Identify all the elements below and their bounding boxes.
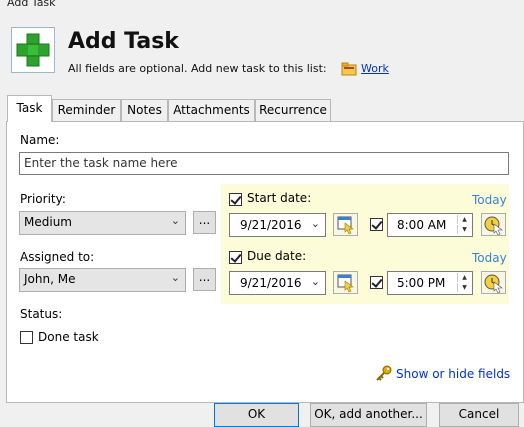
spin-down-icon[interactable]: ▼ [457, 225, 471, 234]
start-date-value: 9/21/2016 [240, 218, 302, 232]
tab-task[interactable]: Task [7, 95, 52, 122]
window-titlebar: Add Task [0, 0, 524, 14]
due-time-checkbox[interactable] [370, 276, 383, 289]
show-hide-fields-link[interactable]: Show or hide fields [396, 367, 510, 381]
chevron-down-icon: ⌄ [310, 275, 320, 288]
start-time-input[interactable]: 8:00 AM ▲ ▼ [387, 213, 473, 237]
due-time-input[interactable]: 5:00 PM ▲ ▼ [387, 271, 473, 295]
folder-icon [341, 61, 357, 80]
spin-up-icon[interactable]: ▲ [457, 273, 471, 282]
due-date-value: 9/21/2016 [240, 276, 302, 290]
tab-recurrence[interactable]: Recurrence [255, 99, 331, 121]
calendar-icon [337, 216, 354, 235]
start-time-value: 8:00 AM [397, 218, 447, 232]
assigned-value: John, Me [24, 272, 76, 286]
start-time-checkbox[interactable] [370, 218, 383, 231]
ok-button[interactable]: OK [214, 403, 299, 427]
key-icon [375, 365, 392, 384]
assigned-more-button[interactable]: ... [193, 268, 216, 291]
due-calendar-button[interactable] [333, 271, 358, 294]
start-today-link[interactable]: Today [472, 193, 507, 207]
plus-icon [11, 27, 55, 73]
chevron-down-icon: ⌄ [170, 271, 180, 284]
clock-icon [484, 216, 503, 236]
window-title: Add Task [7, 0, 56, 9]
spin-up-icon[interactable]: ▲ [457, 215, 471, 224]
task-name-input[interactable]: Enter the task name here [19, 152, 509, 175]
priority-label: Priority: [20, 192, 66, 206]
status-label: Status: [20, 307, 63, 321]
start-time-picker-button[interactable] [481, 213, 506, 236]
done-task-checkbox[interactable] [20, 331, 33, 344]
dialog-title: Add Task [68, 29, 179, 54]
start-date-checkbox[interactable] [229, 193, 242, 206]
assigned-select[interactable]: John, Me ⌄ [19, 268, 186, 292]
list-link-work[interactable]: Work [361, 62, 389, 75]
priority-more-button[interactable]: ... [193, 211, 216, 234]
priority-select[interactable]: Medium ⌄ [19, 211, 186, 235]
done-task-label: Done task [38, 330, 99, 344]
start-date-picker[interactable]: 9/21/2016 ⌄ [229, 213, 326, 237]
due-today-link[interactable]: Today [472, 251, 507, 265]
tab-notes[interactable]: Notes [121, 99, 168, 121]
clock-icon [484, 274, 503, 294]
cancel-button[interactable]: Cancel [439, 403, 519, 427]
dialog-subtitle: All fields are optional. Add new task to… [68, 62, 327, 75]
chevron-down-icon: ⌄ [170, 214, 180, 227]
due-time-value: 5:00 PM [397, 276, 446, 290]
due-date-checkbox[interactable] [229, 251, 242, 264]
start-calendar-button[interactable] [333, 213, 358, 236]
tab-attachments[interactable]: Attachments [168, 99, 255, 121]
name-label: Name: [20, 133, 60, 147]
chevron-down-icon: ⌄ [310, 217, 320, 230]
spin-down-icon[interactable]: ▼ [457, 283, 471, 292]
due-date-label: Due date: [247, 249, 307, 263]
tab-reminder[interactable]: Reminder [52, 99, 121, 121]
start-date-label: Start date: [247, 191, 312, 205]
calendar-icon [337, 274, 354, 293]
assigned-label: Assigned to: [20, 250, 95, 264]
task-name-placeholder: Enter the task name here [24, 156, 178, 170]
due-time-picker-button[interactable] [481, 271, 506, 294]
ok-add-another-button[interactable]: OK, add another... [310, 403, 427, 427]
due-date-picker[interactable]: 9/21/2016 ⌄ [229, 271, 326, 295]
priority-value: Medium [24, 215, 72, 229]
